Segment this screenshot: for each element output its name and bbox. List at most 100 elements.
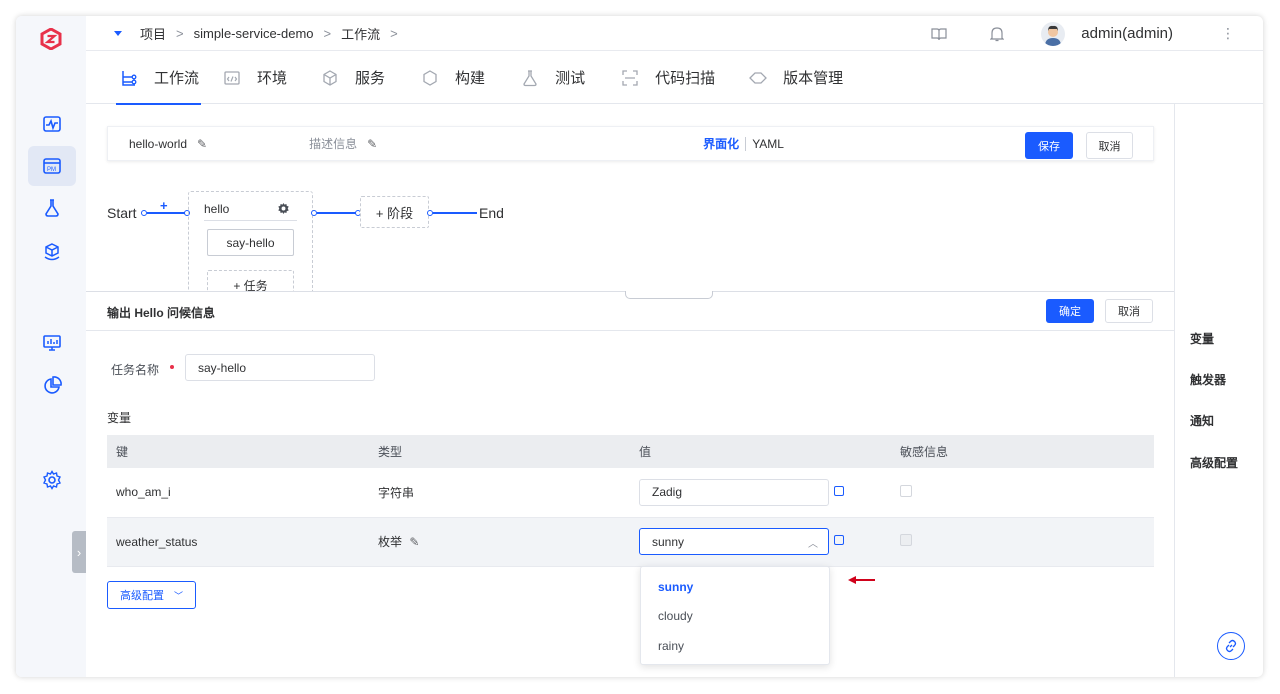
build-icon <box>423 69 437 86</box>
breadcrumb: 项目 > simple-service-demo > 工作流 > admin(a… <box>86 16 1263 51</box>
sidebar-item-projects[interactable]: PM <box>28 146 76 186</box>
sidebar-item-settings[interactable] <box>28 460 76 500</box>
chevron-up-icon: ︿ <box>808 539 818 550</box>
project-tabs: 工作流 环境 服务 构建 测试 代码扫描 版本管理 <box>86 51 1263 105</box>
cancel-button[interactable]: 取消 <box>1086 132 1133 159</box>
connector-line <box>317 212 357 214</box>
sensitive-checkbox[interactable] <box>900 534 912 546</box>
task-name-label: 任务名称 <box>111 363 160 377</box>
flow-start: Start <box>107 205 137 221</box>
environment-icon <box>224 70 240 85</box>
variable-type-cell: 枚举 ✎ <box>369 517 630 567</box>
more-vertical-icon[interactable]: ⋮ <box>1221 25 1235 42</box>
task-name-input[interactable]: say-hello <box>185 354 375 381</box>
pie-chart-icon <box>44 376 62 394</box>
gear-icon <box>43 470 61 490</box>
scan-icon <box>622 69 638 86</box>
edit-description-icon[interactable]: ✎ <box>367 137 377 151</box>
edit-name-icon[interactable]: ✎ <box>197 137 207 151</box>
variable-value-input[interactable]: Zadig <box>639 478 829 506</box>
panel-item-notifications[interactable]: 通知 <box>1190 412 1214 429</box>
stage-settings-gear-icon[interactable] <box>277 202 290 215</box>
sidebar-item-test[interactable] <box>28 188 76 228</box>
job-say-hello[interactable]: say-hello <box>207 229 294 256</box>
config-side-panel: 变量 触发器 通知 高级配置 <box>1174 104 1263 677</box>
monitor-chart-icon <box>43 335 61 351</box>
variables-section-title: 变量 <box>107 411 132 425</box>
breadcrumb-separator: > <box>176 25 184 41</box>
sensitive-cell <box>891 468 1154 518</box>
sidebar-item-dashboard[interactable] <box>28 323 76 363</box>
tab-service[interactable]: 服务 <box>321 51 385 104</box>
panel-item-advanced[interactable]: 高级配置 <box>1190 454 1238 471</box>
table-row: weather_status 枚举 ✎ sunny ︿ <box>107 517 1154 567</box>
tab-environment[interactable]: 环境 <box>223 51 287 104</box>
workflow-icon <box>122 70 137 86</box>
tab-version[interactable]: 版本管理 <box>749 51 843 104</box>
sidebar-expand-handle[interactable]: › <box>72 531 86 573</box>
workflow-name: hello-world <box>129 136 188 151</box>
column-header-key: 键 <box>107 435 369 468</box>
tab-code-scan[interactable]: 代码扫描 <box>621 51 715 104</box>
app-window: PM › 项目 > simple-service-demo > 工作流 > ad… <box>16 16 1263 677</box>
sidebar-item-monitor[interactable] <box>28 104 76 144</box>
tab-label: 代码扫描 <box>655 70 716 87</box>
value-options-icon[interactable] <box>834 535 844 545</box>
breadcrumb-projects[interactable]: 项目 <box>140 24 166 43</box>
book-icon[interactable] <box>929 24 949 44</box>
table-header-row: 键 类型 值 敏感信息 <box>107 435 1154 468</box>
column-header-sensitive: 敏感信息 <box>891 435 1154 468</box>
avatar[interactable] <box>1041 21 1066 46</box>
sensitive-cell <box>891 517 1154 567</box>
panel-item-triggers[interactable]: 触发器 <box>1190 371 1226 388</box>
sidebar-item-artifacts[interactable] <box>28 232 76 272</box>
save-button[interactable]: 保存 <box>1025 132 1073 159</box>
chevron-down-icon: ﹀ <box>173 590 183 601</box>
mode-divider <box>745 136 747 151</box>
sensitive-checkbox[interactable] <box>900 484 912 497</box>
add-stage-button[interactable]: + 阶段 <box>360 196 429 228</box>
tab-label: 工作流 <box>154 70 200 87</box>
project-pm-icon: PM <box>43 158 61 174</box>
option-rainy[interactable]: rainy <box>658 639 684 653</box>
variable-value-cell: Zadig <box>630 468 891 518</box>
description-field[interactable]: 描述信息 <box>309 135 357 152</box>
bell-icon[interactable] <box>987 24 1007 44</box>
stage-divider <box>204 220 297 221</box>
annotation-arrow-icon <box>848 576 875 584</box>
advanced-config-label: 高级配置 <box>119 590 164 602</box>
stage-name: hello <box>204 202 230 216</box>
breadcrumb-workflows[interactable]: 工作流 <box>341 24 380 43</box>
caret-down-icon[interactable] <box>114 30 122 36</box>
variable-type: 枚举 <box>378 535 403 549</box>
variable-key: who_am_i <box>107 468 369 518</box>
zadig-logo-icon[interactable] <box>40 28 62 50</box>
column-header-type: 类型 <box>369 435 630 468</box>
advanced-config-dropdown[interactable]: 高级配置 ﹀ <box>107 581 196 609</box>
drawer-divider <box>86 330 1174 331</box>
tab-test[interactable]: 测试 <box>521 51 585 104</box>
edit-enum-icon[interactable]: ✎ <box>409 535 419 549</box>
enum-value-select[interactable]: sunny ︿ <box>639 528 829 555</box>
option-cloudy[interactable]: cloudy <box>658 609 693 623</box>
drawer-cancel-button[interactable]: 取消 <box>1105 299 1153 323</box>
service-icon <box>323 69 337 86</box>
confirm-button[interactable]: 确定 <box>1046 299 1094 323</box>
variables-table: 键 类型 值 敏感信息 who_am_i 字符串 Zadig weather_s… <box>107 435 1154 567</box>
mode-yaml-toggle[interactable]: YAML <box>752 137 784 151</box>
tab-build[interactable]: 构建 <box>421 51 485 104</box>
sidebar-item-insight[interactable] <box>28 366 76 406</box>
activity-icon <box>43 116 61 132</box>
option-sunny[interactable]: sunny <box>658 580 693 594</box>
mode-visual-toggle[interactable]: 界面化 <box>703 135 739 152</box>
tab-label: 服务 <box>355 70 386 87</box>
panel-item-variables[interactable]: 变量 <box>1190 330 1214 347</box>
drawer-drag-handle[interactable] <box>625 291 713 299</box>
tab-label: 版本管理 <box>783 70 844 87</box>
breadcrumb-project[interactable]: simple-service-demo <box>194 26 314 41</box>
tab-workflow[interactable]: 工作流 <box>115 51 202 105</box>
link-button[interactable] <box>1217 632 1245 660</box>
user-name[interactable]: admin(admin) <box>1081 25 1173 42</box>
value-options-icon[interactable] <box>834 485 844 496</box>
add-stage-before-button[interactable]: + <box>160 198 168 213</box>
